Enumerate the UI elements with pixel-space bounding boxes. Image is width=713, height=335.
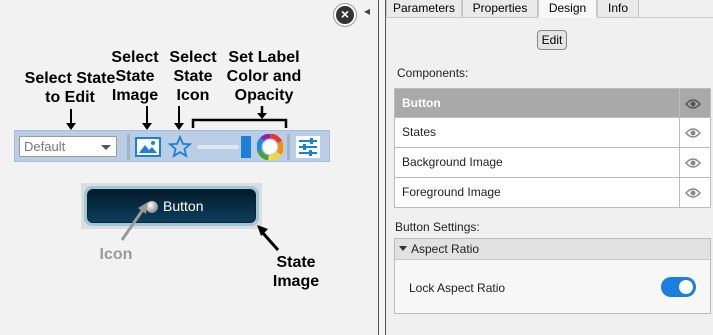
button-preview[interactable]: Button (81, 183, 262, 229)
eye-icon[interactable] (685, 188, 701, 198)
tab-info[interactable]: Info (597, 0, 639, 18)
canvas-area: Select State to Edit Select State Image … (0, 0, 378, 335)
component-label: Background Image (402, 155, 503, 169)
sliders-icon[interactable] (296, 136, 320, 158)
annotation-state-image: State Image (272, 254, 320, 290)
aspect-ratio-header[interactable]: Aspect Ratio (395, 239, 710, 260)
collapse-arrow-icon[interactable]: ◂ (364, 4, 370, 18)
toolbar-separator (287, 134, 290, 160)
components-table: Button States Background Image Foregroun… (394, 88, 711, 208)
component-label: Foreground Image (402, 185, 501, 199)
aspect-ratio-title: Aspect Ratio (411, 242, 480, 256)
annotation-select-state-image: Select State Image (111, 49, 159, 104)
state-select[interactable]: Default (19, 136, 117, 157)
close-icon[interactable]: × (334, 4, 356, 26)
image-icon[interactable] (135, 137, 161, 157)
toolbar-separator (127, 134, 130, 160)
tab-bar: Parameters Properties Design Info (386, 0, 713, 18)
collapse-triangle-icon (399, 246, 407, 251)
color-wheel-icon[interactable] (257, 134, 283, 160)
component-row-foreground-image[interactable]: Foreground Image (395, 178, 710, 208)
annotation-set-label-color: Set Label Color and Opacity (226, 49, 302, 104)
toggle-knob (679, 280, 693, 294)
state-select-value: Default (24, 139, 66, 154)
opacity-slider-thumb[interactable] (241, 136, 251, 158)
component-label: States (402, 125, 437, 139)
annotation-icon: Icon (99, 246, 133, 263)
component-row-states[interactable]: States (395, 118, 710, 148)
state-image: Button (84, 186, 259, 226)
button-label: Button (163, 198, 204, 214)
star-icon[interactable] (168, 135, 192, 159)
lock-aspect-ratio-toggle[interactable] (661, 277, 696, 297)
tab-design[interactable]: Design (538, 0, 597, 18)
button-face: Button (87, 189, 256, 223)
component-label: Button (402, 96, 441, 110)
property-inspector: Parameters Properties Design Info Edit C… (386, 0, 713, 335)
tab-parameters[interactable]: Parameters (386, 0, 462, 18)
panel-splitter[interactable] (378, 0, 386, 335)
annotation-select-state-icon: Select State Icon (169, 49, 217, 104)
aspect-ratio-section: Aspect Ratio Lock Aspect Ratio (394, 238, 711, 314)
state-image-pointer-arrow (257, 225, 280, 251)
component-row-background-image[interactable]: Background Image (395, 148, 710, 178)
arrow (66, 109, 76, 130)
arrow (174, 106, 184, 130)
lock-aspect-ratio-label: Lock Aspect Ratio (409, 281, 506, 295)
component-row-button[interactable]: Button (395, 88, 710, 118)
components-label: Components: (397, 66, 469, 80)
icon-pointer-arrow (120, 202, 148, 241)
bracket-arrow (191, 106, 288, 128)
tab-properties[interactable]: Properties (462, 0, 538, 18)
opacity-slider-track[interactable] (197, 145, 239, 149)
eye-icon[interactable] (685, 99, 701, 109)
button-settings-label: Button Settings: (395, 220, 480, 234)
chevron-down-icon (101, 145, 111, 150)
arrow (142, 106, 152, 130)
eye-icon[interactable] (685, 128, 701, 138)
edit-button[interactable]: Edit (537, 30, 567, 50)
state-toolbar: Default (14, 130, 330, 162)
eye-icon[interactable] (685, 158, 701, 168)
